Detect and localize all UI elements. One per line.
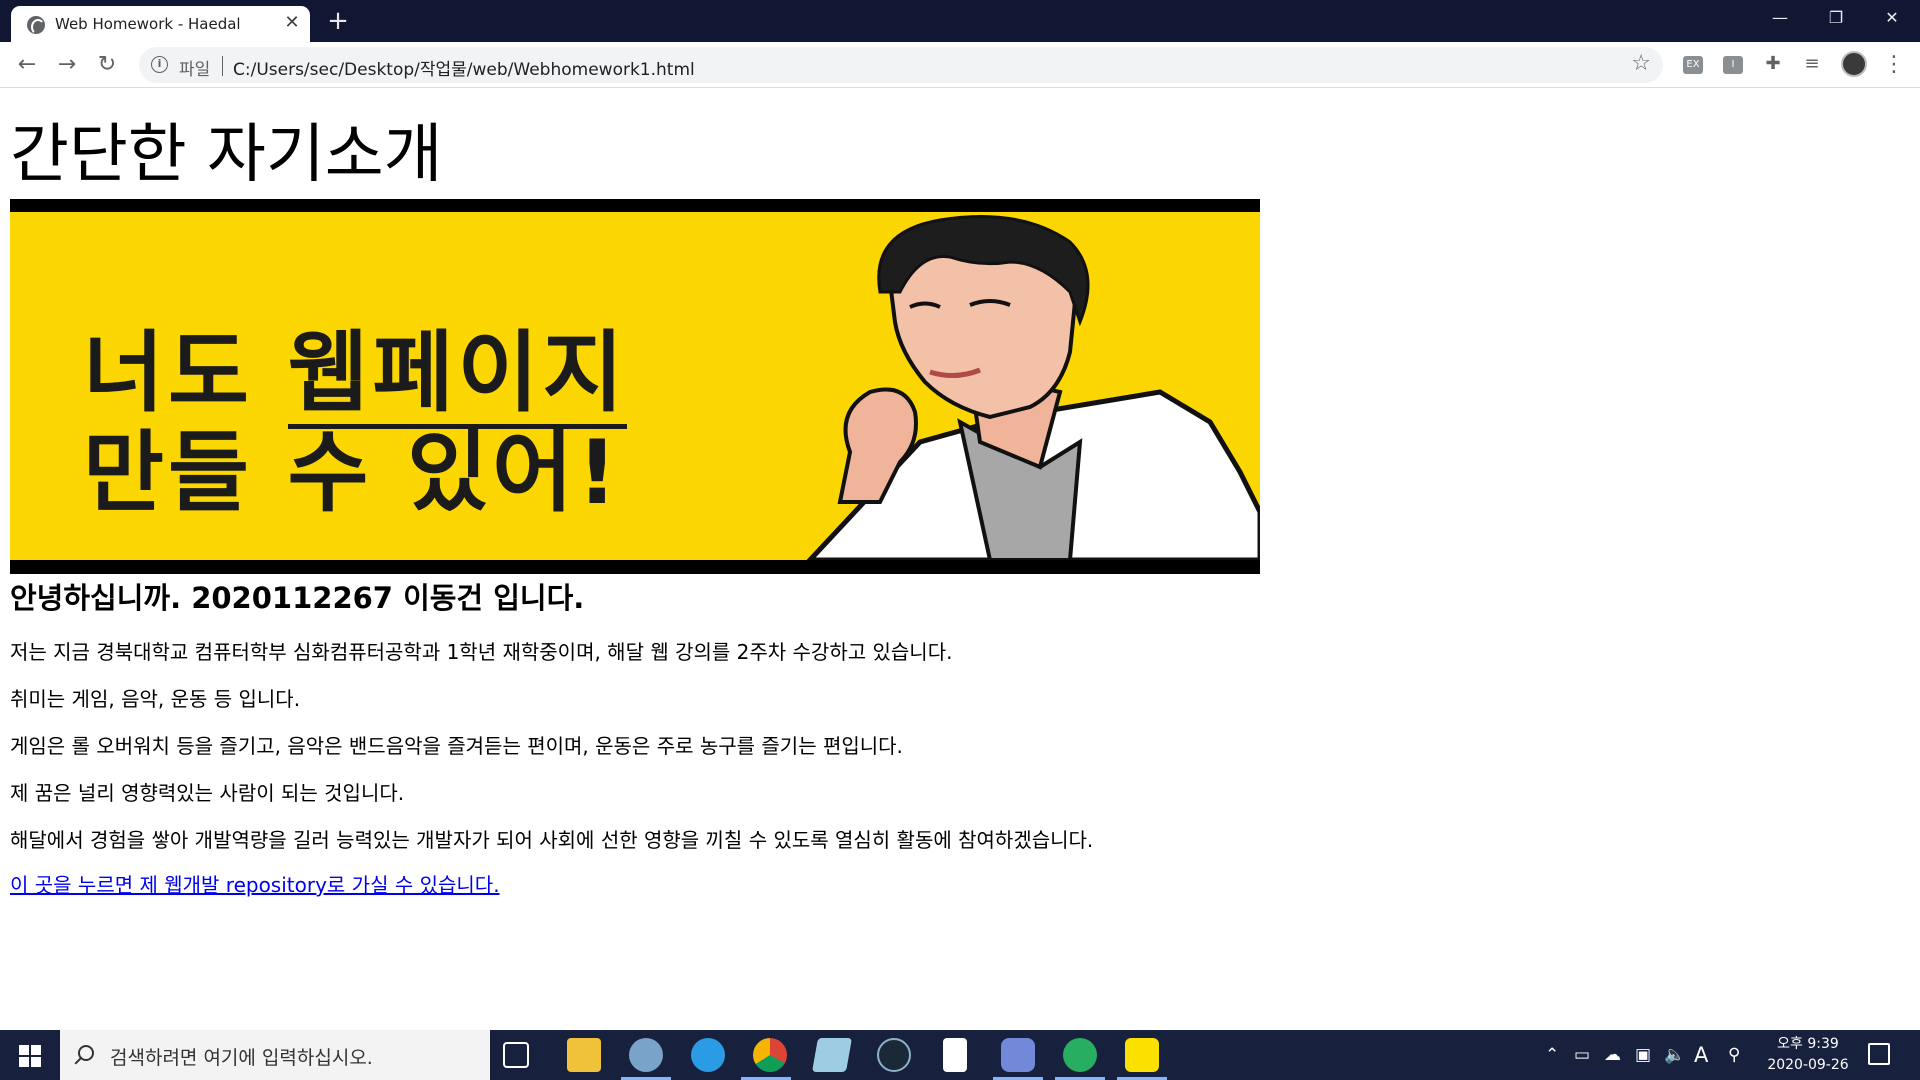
info-icon[interactable]: i (151, 56, 168, 73)
greeting-heading: 안녕하십니까. 2020112267 이동건 입니다. (10, 581, 585, 615)
notepad-app-icon[interactable] (812, 1038, 852, 1072)
back-arrow-icon[interactable]: ← (10, 48, 44, 82)
page-title: 간단한 자기소개 (10, 118, 443, 192)
app-icon[interactable] (629, 1038, 663, 1072)
dream-paragraph: 제 꿈은 널리 영향력있는 사람이 되는 것입니다. (10, 781, 405, 805)
globe-icon (27, 16, 45, 35)
extension-ex-icon[interactable]: EX (1683, 56, 1703, 74)
url-separator (222, 56, 223, 76)
app-icon[interactable] (1063, 1038, 1097, 1072)
hobby-detail-paragraph: 게임은 롤 오버워치 등을 즐기고, 음악은 밴드음악을 즐겨듣는 편이며, 운… (10, 734, 903, 758)
new-tab-button[interactable]: + (323, 6, 353, 36)
tab-close-icon[interactable]: ✕ (282, 13, 302, 33)
address-bar[interactable]: i 파일 C:/Users/sec/Desktop/작업물/web/Webhom… (139, 47, 1663, 83)
windows-taskbar: 검색하려면 여기에 입력하십시오. ⌃ ▭ ☁ ▣ 🔈 A ⚲ 오후 9:39 … (0, 1030, 1920, 1080)
intro-paragraph: 저는 지금 경북대학교 컴퓨터학부 심화컴퓨터공학과 1학년 재학중이며, 해달… (10, 640, 953, 664)
url-text[interactable]: C:/Users/sec/Desktop/작업물/web/Webhomework… (233, 55, 695, 80)
chrome-icon[interactable] (753, 1038, 787, 1072)
network-icon[interactable]: ▣ (1635, 1044, 1651, 1066)
goal-paragraph: 해달에서 경험을 쌓아 개발역량을 길러 능력있는 개발자가 되어 사회에 선한… (10, 828, 1094, 852)
windows-logo-pane (31, 1057, 41, 1067)
search-icon (78, 1045, 94, 1061)
reload-icon[interactable]: ↻ (90, 48, 124, 82)
clock-date: 2020-09-26 (1767, 1057, 1849, 1073)
page-content: 간단한 자기소개 너도 웹페이지 만들 수 있어! 안녕하십니까. 202011… (0, 89, 1920, 1030)
forward-arrow-icon[interactable]: → (50, 48, 84, 82)
pen-icon[interactable]: ⚲ (1728, 1044, 1740, 1066)
reading-list-icon[interactable]: ≡ (1800, 52, 1824, 76)
puzzle-extensions-icon[interactable]: ✚ (1761, 52, 1785, 76)
document-icon[interactable] (943, 1038, 967, 1072)
clock-time: 오후 9:39 (1777, 1036, 1839, 1052)
task-view-icon[interactable] (503, 1042, 529, 1068)
notification-center-icon[interactable] (1868, 1043, 1890, 1065)
profile-avatar[interactable] (1841, 51, 1867, 77)
ime-indicator[interactable]: A (1694, 1044, 1708, 1066)
kakaotalk-icon[interactable] (1125, 1038, 1159, 1072)
restore-button[interactable]: ❐ (1808, 0, 1864, 36)
search-placeholder: 검색하려면 여기에 입력하십시오. (110, 1047, 373, 1069)
minimize-button[interactable]: — (1752, 0, 1808, 36)
banner-image: 너도 웹페이지 만들 수 있어! (10, 199, 1260, 574)
browser-tab-active[interactable]: Web Homework - Haedal ✕ (11, 6, 310, 42)
windows-logo-icon (19, 1045, 29, 1055)
windows-logo-pane (31, 1045, 41, 1055)
extension-info-icon[interactable]: I (1723, 56, 1743, 74)
close-window-button[interactable]: ✕ (1864, 0, 1920, 36)
taskbar-search-box[interactable]: 검색하려면 여기에 입력하십시오. (60, 1030, 490, 1080)
windows-start-button[interactable] (0, 1030, 60, 1080)
browser-title-bar: Web Homework - Haedal ✕ + — ❐ ✕ (0, 0, 1920, 42)
more-menu-icon[interactable]: ⋮ (1882, 49, 1906, 81)
chevron-up-icon[interactable]: ⌃ (1545, 1044, 1559, 1066)
system-clock[interactable]: 오후 9:39 2020-09-26 (1764, 1034, 1852, 1076)
illustrated-man-figure (806, 215, 1260, 560)
browser-toolbar: ← → ↻ i 파일 C:/Users/sec/Desktop/작업물/web/… (0, 42, 1920, 88)
windows-logo-pane (19, 1057, 29, 1067)
bookmark-star-icon[interactable]: ☆ (1631, 51, 1651, 76)
hobby-paragraph: 취미는 게임, 음악, 운동 등 입니다. (10, 687, 301, 711)
url-scheme-label: 파일 (179, 60, 211, 80)
file-explorer-icon[interactable] (567, 1038, 601, 1072)
steam-icon[interactable] (877, 1038, 911, 1072)
tab-title: Web Homework - Haedal (55, 15, 241, 33)
discord-icon[interactable] (1001, 1038, 1035, 1072)
volume-icon[interactable]: 🔈 (1664, 1044, 1685, 1066)
battery-icon[interactable]: ▭ (1574, 1044, 1590, 1066)
repository-link[interactable]: 이 곳을 누르면 제 웹개발 repository로 가실 수 있습니다. (10, 869, 500, 898)
banner-text-line2: 만들 수 있어! (83, 421, 622, 524)
banner-background: 너도 웹페이지 만들 수 있어! (10, 212, 1260, 560)
internet-explorer-icon[interactable] (691, 1038, 725, 1072)
cloud-icon[interactable]: ☁ (1604, 1044, 1621, 1066)
